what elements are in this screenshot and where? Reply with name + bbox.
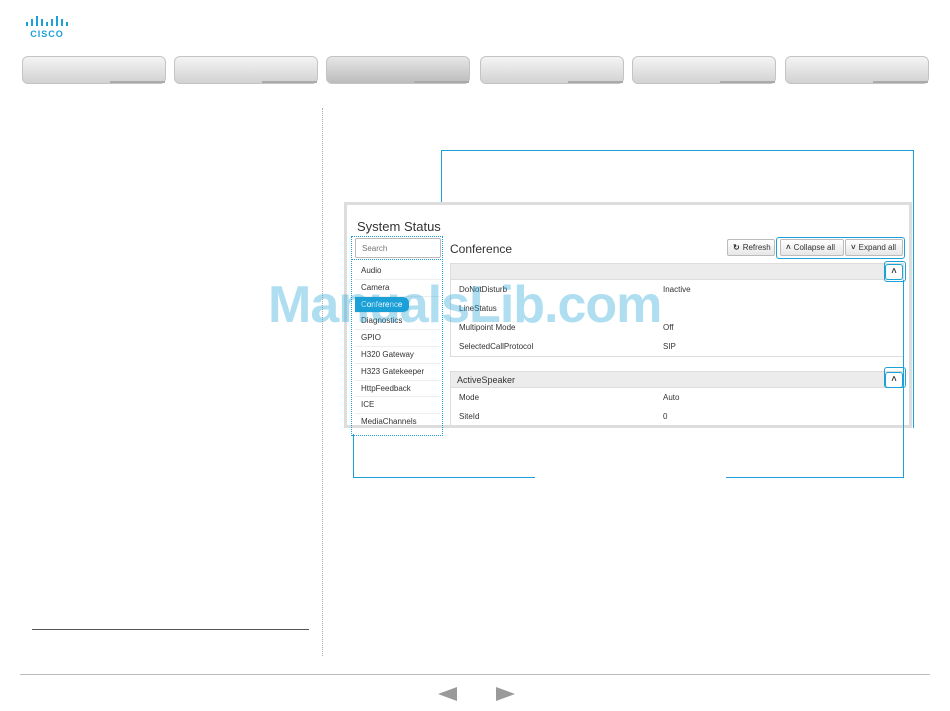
table-row: SelectedCallProtocol SIP	[459, 342, 676, 351]
cisco-logo: CISCO	[24, 16, 70, 42]
refresh-button[interactable]: ↻ Refresh	[727, 239, 775, 256]
buttons-highlight	[776, 237, 905, 259]
prev-page-arrow-icon[interactable]	[438, 687, 457, 701]
tab-5[interactable]	[632, 56, 776, 84]
cisco-wordmark: CISCO	[30, 29, 64, 39]
callout-line	[353, 434, 354, 478]
refresh-icon: ↻	[733, 243, 740, 252]
tab-4[interactable]	[480, 56, 624, 84]
search-highlight	[351, 236, 443, 260]
callout-line	[441, 150, 914, 151]
callout-line	[913, 150, 914, 428]
tab-6[interactable]	[785, 56, 929, 84]
section-heading: Conference	[450, 242, 513, 256]
tab-2[interactable]	[174, 56, 318, 84]
next-page-arrow-icon[interactable]	[496, 687, 515, 701]
toggle-highlight	[884, 261, 906, 282]
left-column-rule	[32, 629, 309, 630]
column-divider	[322, 108, 323, 656]
section-tabs	[22, 56, 930, 84]
active-speaker-section: ActiveSpeaker ˄ Mode Auto SiteId 0	[450, 371, 904, 425]
footer-rule	[20, 674, 930, 675]
callout-line	[903, 280, 904, 478]
screenshot-title: System Status	[357, 219, 441, 234]
tab-3-active[interactable]	[326, 56, 470, 84]
watermark: ManualsLib.com	[268, 276, 662, 334]
tab-1[interactable]	[22, 56, 166, 84]
table-row: Mode Auto	[459, 393, 680, 402]
table-row: SiteId 0	[459, 412, 668, 421]
callout-line	[353, 477, 535, 478]
cisco-bars-icon	[24, 16, 70, 26]
section-header: ActiveSpeaker	[451, 372, 903, 388]
callout-line	[726, 477, 904, 478]
